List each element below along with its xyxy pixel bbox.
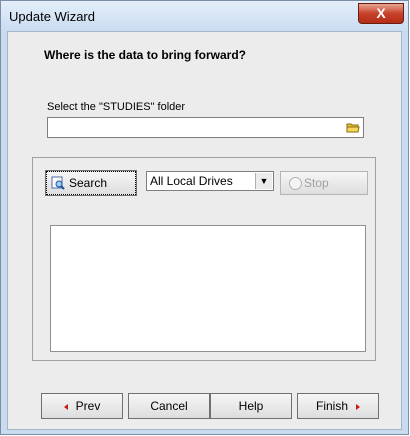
prev-arrow-icon [63, 403, 68, 410]
help-button-label: Help [238, 399, 264, 413]
finish-arrow-icon [356, 403, 360, 410]
prev-button-label: Prev [75, 399, 101, 413]
page-heading: Where is the data to bring forward? [44, 48, 247, 62]
stop-button[interactable]: Stop [280, 171, 368, 195]
close-button[interactable]: X [358, 3, 404, 24]
search-icon [51, 176, 65, 190]
stop-radio-icon [289, 177, 302, 190]
finish-button-label: Finish [315, 399, 348, 413]
cancel-button-label: Cancel [150, 399, 188, 413]
dropdown-arrow-icon[interactable]: ▼ [255, 173, 272, 189]
title-bar[interactable]: Update Wizard X [1, 1, 408, 31]
folder-icon[interactable] [346, 121, 360, 134]
drives-select[interactable]: All Local Drives ▼ [146, 171, 274, 191]
folder-label: Select the "STUDIES" folder [47, 101, 186, 113]
help-button[interactable]: Help [210, 393, 292, 419]
stop-button-label: Stop [304, 176, 329, 190]
search-results-list[interactable] [50, 225, 366, 352]
search-button[interactable]: Search [45, 170, 137, 196]
cancel-button[interactable]: Cancel [128, 393, 210, 419]
window-title: Update Wizard [9, 9, 95, 24]
close-icon: X [376, 5, 386, 21]
drives-select-value: All Local Drives [150, 174, 233, 188]
prev-button[interactable]: Prev [41, 393, 123, 419]
search-button-label: Search [69, 176, 108, 190]
folder-path-input[interactable] [47, 117, 364, 138]
finish-button[interactable]: Finish [297, 393, 379, 419]
